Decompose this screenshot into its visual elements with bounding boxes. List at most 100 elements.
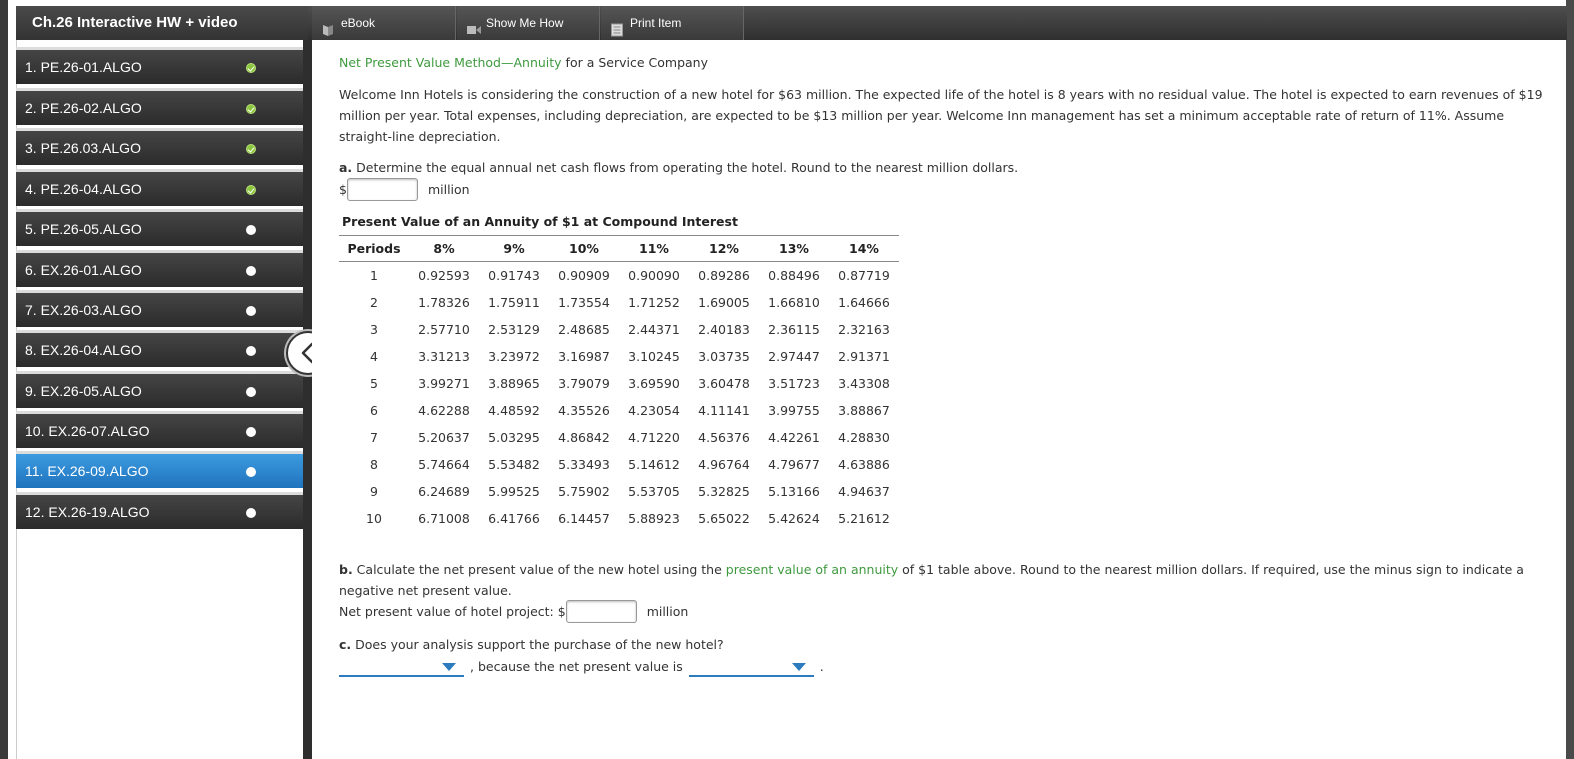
net-cash-flow-input[interactable]	[346, 178, 418, 201]
table-cell: 10	[366, 510, 382, 526]
caret-down-icon	[442, 663, 456, 671]
part-a-letter: a.	[339, 160, 353, 175]
table-cell: 3.51723	[768, 375, 820, 391]
ebook-button[interactable]: eBook	[312, 6, 456, 40]
table-cell: 5.33493	[558, 456, 610, 472]
table-cell: 4.48592	[488, 402, 540, 418]
table-cell: 3.99755	[768, 402, 820, 418]
sidebar-item-8[interactable]: 8. EX.26-04.ALGO	[16, 330, 303, 367]
sidebar-item-10[interactable]: 10. EX.26-07.ALGO	[16, 411, 303, 448]
sidebar-item-label: 5. PE.26-05.ALGO	[25, 221, 142, 237]
course-title: Ch.26 Interactive HW + video	[16, 6, 308, 40]
table-cell: 2.97447	[768, 348, 820, 364]
table-row: 3 2.57710 2.53129 2.48685 2.44371 2.40183 2.36…	[339, 316, 899, 343]
incomplete-dot-icon	[246, 306, 256, 316]
table-cell: 2	[370, 294, 378, 310]
title-link-npv-method[interactable]: Net Present Value Method	[339, 55, 501, 70]
npv-input[interactable]	[565, 600, 637, 623]
problem-statement: Welcome Inn Hotels is considering the co…	[339, 87, 1543, 144]
title-link-annuity[interactable]: Annuity	[513, 55, 561, 70]
sidebar-item-3[interactable]: 3. PE.26.03.ALGO	[16, 128, 303, 165]
window-frame-left	[0, 0, 8, 759]
part-c-letter: c.	[339, 637, 352, 652]
table-cell: 5.13166	[768, 483, 820, 499]
table-cell: 2.57710	[418, 321, 470, 337]
table-cell: 5.03295	[488, 429, 540, 445]
table-cell: 9	[370, 483, 378, 499]
sidebar-divider	[303, 40, 312, 759]
sidebar-item-1[interactable]: 1. PE.26-01.ALGO	[16, 47, 303, 84]
sidebar-item-label: 1. PE.26-01.ALGO	[25, 59, 142, 75]
title-rest: for a Service Company	[561, 55, 708, 70]
table-cell: 5.42624	[768, 510, 820, 526]
support-purchase-dropdown[interactable]	[339, 655, 464, 677]
table-cell: 1.73554	[558, 294, 610, 310]
million-unit: million	[427, 182, 470, 197]
show-me-how-button[interactable]: Show Me How	[457, 6, 600, 40]
table-cell: 7	[370, 429, 378, 445]
table-cell: 5.75902	[558, 483, 610, 499]
incomplete-dot-icon	[246, 508, 256, 518]
window-frame-right	[1566, 0, 1574, 759]
sidebar-item-label: 9. EX.26-05.ALGO	[25, 383, 142, 399]
table-cell: 3.88867	[838, 402, 890, 418]
incomplete-dot-icon	[246, 225, 256, 235]
npv-sign-dropdown[interactable]	[688, 655, 814, 677]
table-cell: 5.21612	[838, 510, 890, 526]
table-cell: 0.88496	[768, 267, 820, 283]
npv-label: Net present value of hotel project: $	[339, 604, 566, 619]
problem-content: Net Present Value Method—Annuity for a S…	[312, 40, 1566, 759]
table-cell: 1.66810	[768, 294, 820, 310]
incomplete-dot-icon	[246, 266, 256, 276]
table-cell: 2.53129	[488, 321, 540, 337]
table-cell: 3.69590	[628, 375, 680, 391]
sidebar-item-4[interactable]: 4. PE.26-04.ALGO	[16, 169, 303, 206]
table-cell: 5.74664	[418, 456, 470, 472]
question-a: a. Determine the equal annual net cash f…	[339, 160, 1018, 175]
table-row: 7 5.20637 5.03295 4.86842 4.71220 4.56376 4.42…	[339, 424, 899, 451]
table-cell: 2.40183	[698, 321, 750, 337]
col-header-9: 9%	[479, 235, 549, 262]
table-cell: 6.14457	[558, 510, 610, 526]
table-cell: 4.23054	[628, 402, 680, 418]
table-cell: 3.10245	[628, 348, 680, 364]
part-c-text: Does your analysis support the purchase …	[351, 637, 724, 652]
table-cell: 3.79079	[558, 375, 610, 391]
part-c-between-text: , because the net present value is	[470, 659, 683, 674]
print-item-button[interactable]: Print Item	[601, 6, 744, 40]
table-cell: 1	[370, 267, 378, 283]
sidebar-item-label: 2. PE.26-02.ALGO	[25, 100, 142, 116]
sidebar-item-5[interactable]: 5. PE.26-05.ALGO	[16, 209, 303, 246]
table-cell: 6.41766	[488, 510, 540, 526]
table-row: 10 6.71008 6.41766 6.14457 5.88923 5.65022 5.4…	[339, 505, 899, 532]
table-cell: 2.48685	[558, 321, 610, 337]
sidebar-item-11[interactable]: 11. EX.26-09.ALGO	[16, 451, 303, 488]
table-cell: 6	[370, 402, 378, 418]
table-cell: 4.79677	[768, 456, 820, 472]
table-cell: 1.64666	[838, 294, 890, 310]
sidebar-item-2[interactable]: 2. PE.26-02.ALGO	[16, 88, 303, 125]
answer-c-row: , because the net present value is .	[339, 655, 830, 677]
table-header-row: Periods 8% 9% 10% 11% 12% 13% 14%	[339, 235, 899, 262]
table-cell: 4.94637	[838, 483, 890, 499]
table-cell: 6.71008	[418, 510, 470, 526]
sidebar-item-7[interactable]: 7. EX.26-03.ALGO	[16, 290, 303, 327]
table-cell: 1.69005	[698, 294, 750, 310]
book-icon	[321, 16, 335, 36]
sidebar-item-label: 7. EX.26-03.ALGO	[25, 302, 142, 318]
sidebar-item-9[interactable]: 9. EX.26-05.ALGO	[16, 371, 303, 408]
sidebar-item-label: 6. EX.26-01.ALGO	[25, 262, 142, 278]
sidebar-item-label: 4. PE.26-04.ALGO	[25, 181, 142, 197]
completed-check-icon	[246, 63, 256, 73]
sidebar-item-12[interactable]: 12. EX.26-19.ALGO	[16, 492, 303, 529]
pv-annuity-link[interactable]: present value of an annuity	[726, 562, 898, 577]
sidebar-item-6[interactable]: 6. EX.26-01.ALGO	[16, 250, 303, 287]
col-header-13: 13%	[759, 235, 829, 262]
col-header-12: 12%	[689, 235, 759, 262]
table-row: 4 3.31213 3.23972 3.16987 3.10245 3.03735 2.97…	[339, 343, 899, 370]
table-cell: 6.24689	[418, 483, 470, 499]
table-cell: 3	[370, 321, 378, 337]
incomplete-dot-icon	[246, 467, 256, 477]
table-cell: 0.90909	[558, 267, 610, 283]
sidebar-item-label: 11. EX.26-09.ALGO	[25, 463, 149, 479]
